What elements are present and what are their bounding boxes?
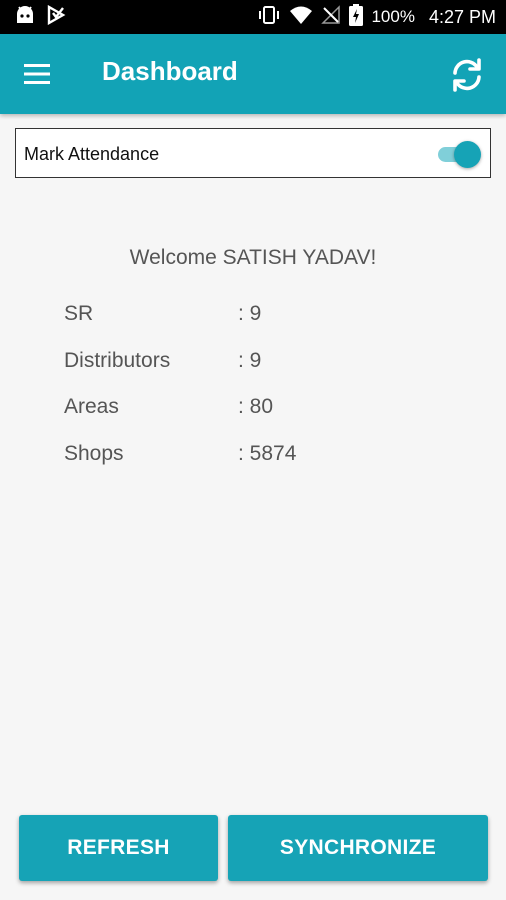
attendance-row: Mark Attendance xyxy=(15,128,491,178)
hamburger-menu-icon[interactable] xyxy=(22,60,54,88)
no-signal-icon xyxy=(321,4,341,30)
vibrate-icon xyxy=(257,5,281,30)
attendance-toggle[interactable] xyxy=(436,140,482,168)
sync-icon[interactable] xyxy=(448,56,486,94)
battery-charging-icon xyxy=(349,3,364,31)
stat-label: Distributors xyxy=(64,348,171,372)
stat-label: Areas xyxy=(64,395,119,418)
stat-value: : 5874 xyxy=(238,441,297,465)
stat-label: SR xyxy=(64,302,94,325)
refresh-button[interactable]: REFRESH xyxy=(19,815,218,881)
welcome-message: Welcome SATISH YADAV! xyxy=(129,246,377,269)
stat-value: : 9 xyxy=(238,348,262,372)
wifi-icon xyxy=(289,5,313,30)
notification-icon xyxy=(46,4,66,30)
status-time: 4:27 PM xyxy=(428,6,496,27)
app-bar: Dashboard xyxy=(0,34,506,114)
stat-value: : 9 xyxy=(238,302,262,325)
stat-value: : 80 xyxy=(238,395,274,418)
android-icon xyxy=(14,5,36,30)
status-right-icons: 100% 4:27 PM xyxy=(257,3,496,31)
battery-percent: 100% xyxy=(371,7,415,26)
status-bar: 100% 4:27 PM xyxy=(0,0,506,34)
status-left-icons xyxy=(14,4,66,30)
attendance-label: Mark Attendance xyxy=(24,144,160,164)
page-title: Dashboard xyxy=(102,56,238,86)
synchronize-button[interactable]: SYNCHRONIZE xyxy=(228,815,488,881)
stat-label: Shops xyxy=(64,441,124,465)
toggle-thumb xyxy=(454,141,481,168)
